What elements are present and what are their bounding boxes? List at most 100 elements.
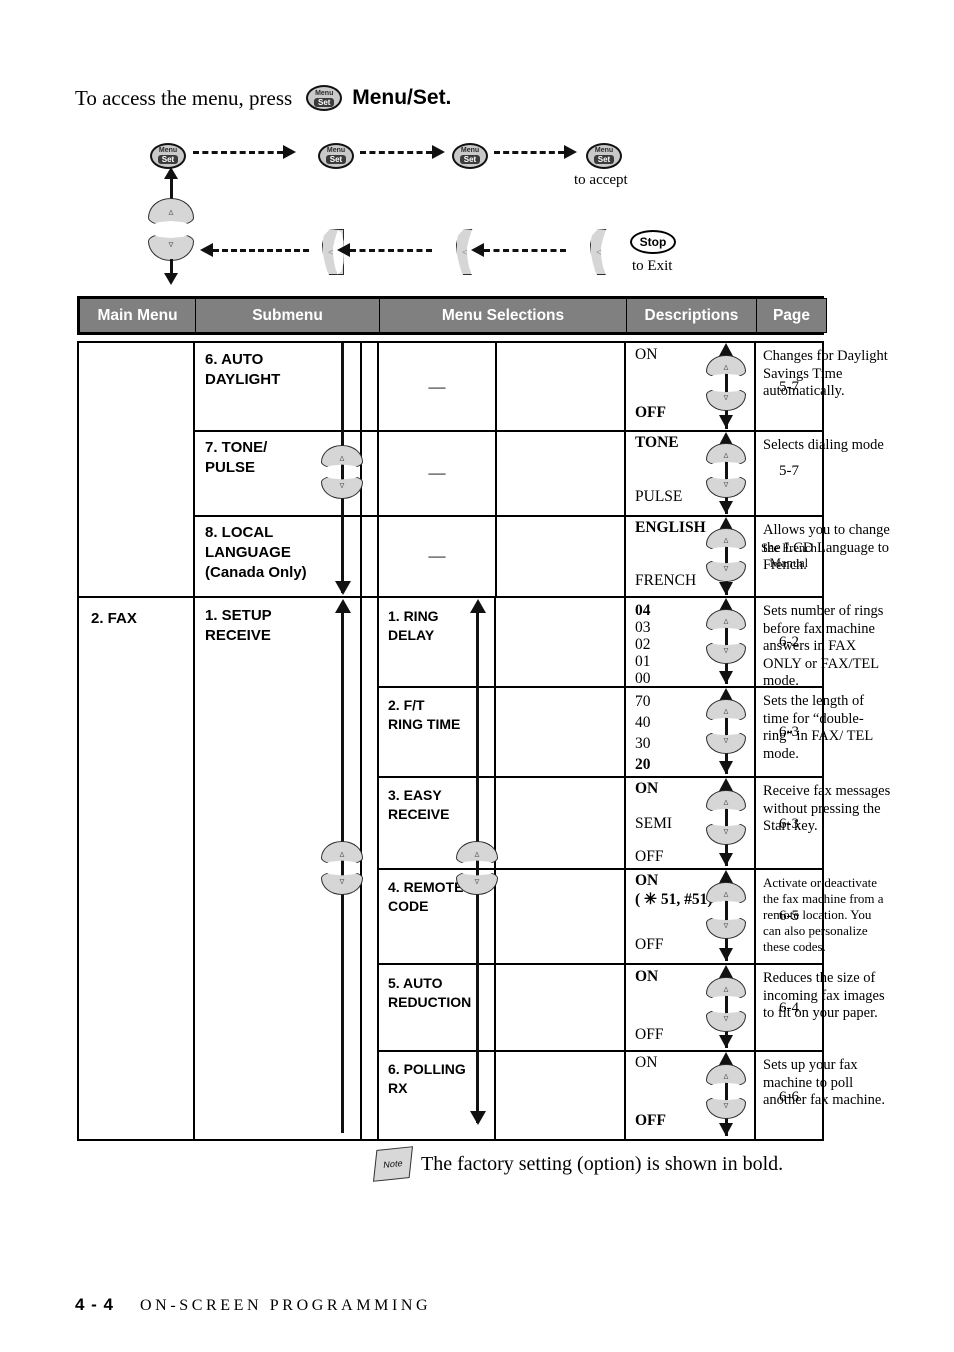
flow-arrow-head: [432, 145, 445, 159]
option-value: ON: [635, 780, 659, 797]
description-text: Changes for Daylight Savings Time automa…: [763, 348, 888, 399]
flow-arrow-head: [200, 243, 213, 257]
option-value: 70: [635, 693, 651, 710]
selection-auto-reduction: 5. AUTO REDUCTION: [388, 975, 472, 1010]
note-line: Note The factory setting (option) is sho…: [372, 1146, 784, 1182]
to-accept-caption: to accept: [574, 172, 628, 188]
left-key-glyph: ◁: [596, 247, 602, 256]
header-main-menu: Main Menu: [79, 298, 196, 333]
selection-arrow-head-up: [470, 599, 486, 613]
flow-arrow-head: [337, 243, 350, 257]
option-value: TONE: [635, 434, 679, 451]
option-value: OFF: [635, 1026, 664, 1043]
menu-table-body: 2. FAX 6. AUTO DAYLIGHT 7. TONE/ PULSE 8…: [77, 341, 890, 1141]
col-rule-4b: [495, 341, 497, 596]
option-value: SEMI: [635, 815, 673, 832]
submenu-arrow-head-up: [335, 599, 351, 613]
menu-key-line1: Menu: [594, 147, 614, 154]
navigation-flow-diagram: Menu Set Menu Set Menu Set Menu Set to a…: [0, 125, 954, 285]
menu-key-line2: Set: [593, 155, 615, 164]
manual-page: To access the menu, press Menu Set Menu/…: [0, 0, 954, 1352]
option-value: 40: [635, 714, 651, 731]
option-value: ON: [635, 968, 659, 985]
flow-down-arrowhead: [164, 273, 178, 285]
up-key-glyph: ∆: [723, 537, 729, 546]
description-text: Selects dialing mode: [763, 437, 884, 453]
menu-key-line1: Menu: [158, 147, 178, 154]
up-key-glyph: ∆: [339, 850, 345, 859]
options-arrow-head-up: [719, 870, 733, 883]
option-value: ON: [635, 872, 659, 889]
option-value: ENGLISH: [635, 519, 706, 536]
flow-arrow-head: [564, 145, 577, 159]
footer-page-number: 4 - 4: [75, 1295, 115, 1314]
row-rule-3: [77, 596, 824, 598]
option-value: ( ✳ 51, #51): [635, 891, 713, 908]
menu-key-line1: Menu: [460, 147, 480, 154]
up-arrow-key-icon: ∆: [148, 198, 194, 226]
description-text: Sets number of rings before fax machine …: [763, 603, 884, 689]
options-arrow-head-down: [719, 582, 733, 595]
options-arrow-head-down: [719, 853, 733, 866]
flow-arrow-line: [484, 249, 566, 252]
selection-easy-receive: 3. EASY RECEIVE: [388, 787, 450, 822]
option-value: FRENCH: [635, 572, 697, 589]
down-key-glyph: ∇: [723, 1015, 729, 1024]
down-key-glyph: ∇: [474, 877, 480, 886]
options-arrow-head-down: [719, 948, 733, 961]
up-key-glyph: ∆: [723, 452, 729, 461]
up-key-glyph: ∆: [168, 209, 174, 218]
option-value: OFF: [635, 936, 664, 953]
option-value: OFF: [635, 848, 664, 865]
down-key-glyph: ∇: [723, 481, 729, 490]
up-key-glyph: ∆: [339, 454, 345, 463]
header-page: Page: [756, 298, 827, 333]
description-text: Allows you to change the LCD Language to…: [763, 522, 890, 573]
options-arrow-head-down: [719, 1035, 733, 1048]
flow-menu-set-key-2: Menu Set: [318, 139, 354, 169]
flow-arrow-line: [360, 151, 432, 154]
flow-arrow-line: [213, 249, 309, 252]
menu-key-line1: Menu: [315, 89, 334, 97]
down-key-glyph: ∇: [723, 1102, 729, 1111]
options-arrow-head-down: [719, 501, 733, 514]
option-value: 20: [635, 756, 651, 773]
option-value: 00: [635, 670, 651, 687]
flow-menu-set-key-3: Menu Set: [452, 139, 488, 169]
menu-set-key-icon: Menu Set: [586, 142, 622, 169]
option-value: ON: [635, 1054, 658, 1071]
description-text: Activate or deactivate the fax machine f…: [763, 875, 884, 954]
options-arrow-head-down: [719, 761, 733, 774]
menu-key-line2: Set: [459, 155, 481, 164]
stop-key-icon: Stop: [630, 230, 676, 254]
header-menu-selections: Menu Selections: [379, 298, 627, 333]
main-menu-2-fax: 2. FAX: [91, 610, 137, 627]
up-key-glyph: ∆: [723, 1073, 729, 1082]
flow-up-arrowhead: [164, 167, 178, 179]
down-key-glyph: ∇: [723, 394, 729, 403]
note-text: The factory setting (option) is shown in…: [421, 1152, 784, 1175]
options-arrow-head-up: [719, 965, 733, 978]
selection-polling-rx: 6. POLLING RX: [388, 1061, 466, 1096]
down-key-glyph: ∇: [723, 828, 729, 837]
page-footer: 4 - 4 ON-SCREEN PROGRAMMING: [75, 1295, 431, 1315]
submenu-arrow-shaft-up: [341, 603, 344, 1133]
intro-line: To access the menu, press Menu Set Menu/…: [75, 80, 775, 116]
selection-ft-ring-time: 2. F/T RING TIME: [388, 697, 461, 732]
submenu-arrow-shaft-down: [341, 343, 344, 593]
menu-set-key-icon: Menu Set: [318, 142, 354, 169]
down-key-glyph: ∇: [339, 481, 345, 490]
up-key-glyph: ∆: [723, 986, 729, 995]
options-arrow-head-down: [719, 415, 733, 428]
submenu-arrow-head-down: [335, 581, 351, 595]
down-key-glyph: ∇: [723, 922, 729, 931]
menu-set-key-icon: Menu Set: [150, 142, 186, 169]
footer-title: ON-SCREEN PROGRAMMING: [140, 1297, 432, 1314]
up-key-glyph: ∆: [723, 618, 729, 627]
menu-key-line2: Set: [313, 97, 335, 107]
left-arrow-key-icon: ◁: [590, 229, 607, 275]
up-key-glyph: ∆: [723, 364, 729, 373]
down-key-glyph: ∇: [339, 877, 345, 886]
note-tag-icon: Note: [372, 1146, 414, 1182]
menu-set-key-icon: Menu Set: [452, 142, 488, 169]
